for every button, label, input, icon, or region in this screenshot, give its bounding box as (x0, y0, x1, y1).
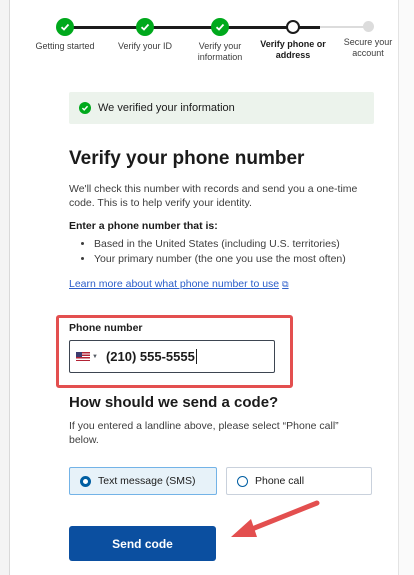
step-verify-information: Verify your information (185, 16, 255, 63)
step-indicator: Getting started Verify your ID Verify yo… (35, 16, 392, 66)
enter-phone-label: Enter a phone number that is: (69, 220, 218, 232)
pending-step-icon (362, 21, 374, 32)
check-icon (56, 18, 74, 36)
learn-more-text: Learn more about what phone number to us… (69, 278, 280, 290)
radio-selected-icon[interactable] (80, 475, 91, 487)
requirements-list: Based in the United States (including U.… (69, 237, 374, 267)
step-verify-id: Verify your ID (110, 16, 180, 52)
list-item: Based in the United States (including U.… (94, 237, 374, 252)
alert-text: We verified your information (98, 102, 235, 114)
radio-label: Text message (SMS) (98, 475, 196, 487)
highlight-annotation (56, 315, 293, 388)
send-method-title: How should we send a code? (69, 394, 279, 411)
step-label: Verify your ID (117, 41, 173, 51)
window-edge-left (0, 0, 10, 575)
check-icon (211, 18, 229, 36)
radio-unselected-icon[interactable] (237, 475, 248, 487)
window-edge-right (398, 0, 414, 575)
step-label: Verify your information (197, 41, 243, 62)
step-getting-started: Getting started (30, 16, 100, 52)
arrow-annotation-icon (231, 500, 320, 537)
page-title: Verify your phone number (69, 148, 305, 169)
radio-text-message[interactable]: Text message (SMS) (69, 467, 217, 495)
landline-hint: If you entered a landline above, please … (69, 420, 339, 446)
current-step-icon (286, 20, 300, 34)
radio-phone-call[interactable]: Phone call (226, 467, 372, 495)
step-verify-phone: Verify phone or address (258, 16, 328, 61)
step-label: Secure your account (343, 37, 393, 58)
learn-more-link[interactable]: Learn more about what phone number to us… (69, 278, 289, 290)
intro-text: We'll check this number with records and… (69, 183, 358, 209)
list-item: Your primary number (the one you use the… (94, 252, 374, 267)
step-label: Verify phone or address (260, 39, 326, 60)
radio-label: Phone call (255, 475, 305, 487)
external-link-icon: ⧉ (282, 279, 289, 289)
check-icon (136, 18, 154, 36)
send-code-button[interactable]: Send code (69, 526, 216, 561)
main-content: We verified your information Verify your… (69, 92, 374, 292)
success-alert: We verified your information (69, 92, 374, 124)
step-secure-account: Secure your account (333, 16, 403, 59)
step-label: Getting started (35, 41, 95, 51)
check-circle-icon (79, 102, 91, 114)
